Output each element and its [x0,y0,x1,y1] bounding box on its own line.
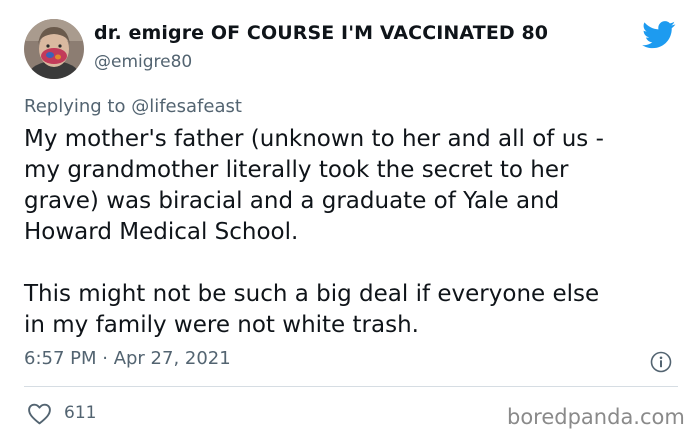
heart-icon[interactable] [27,402,52,425]
tweet-text: My mother's father (unknown to her and a… [24,124,684,341]
tweet-line: grave) was biracial and a graduate of Ya… [24,188,560,214]
tweet-timestamp[interactable]: 6:57 PM · Apr 27, 2021 [24,348,231,369]
avatar-image [24,19,84,79]
divider [24,386,678,387]
reply-handle-link[interactable]: @lifesafeast [131,96,242,117]
tweet-card: dr. emigre OF COURSE I'M VACCINATED 80 @… [0,0,700,441]
avatar[interactable] [24,19,84,79]
info-icon[interactable] [650,351,672,373]
tweet-line: my grandmother literally took the secret… [24,157,569,183]
author-handle[interactable]: @emigre80 [94,52,192,72]
twitter-bird-icon[interactable] [642,21,676,49]
author-display-name[interactable]: dr. emigre OF COURSE I'M VACCINATED 80 [94,22,548,44]
replying-to-label: Replying to [24,96,126,117]
like-count: 611 [64,403,97,423]
tweet-line: My mother's father (unknown to her and a… [24,126,604,152]
replying-to: Replying to @lifesafeast [24,96,242,117]
watermark: boredpanda.com [507,405,685,429]
tweet-line: This might not be such a big deal if eve… [24,281,600,307]
tweet-line: Howard Medical School. [24,219,299,245]
tweet-line: in my family were not white trash. [24,312,419,338]
